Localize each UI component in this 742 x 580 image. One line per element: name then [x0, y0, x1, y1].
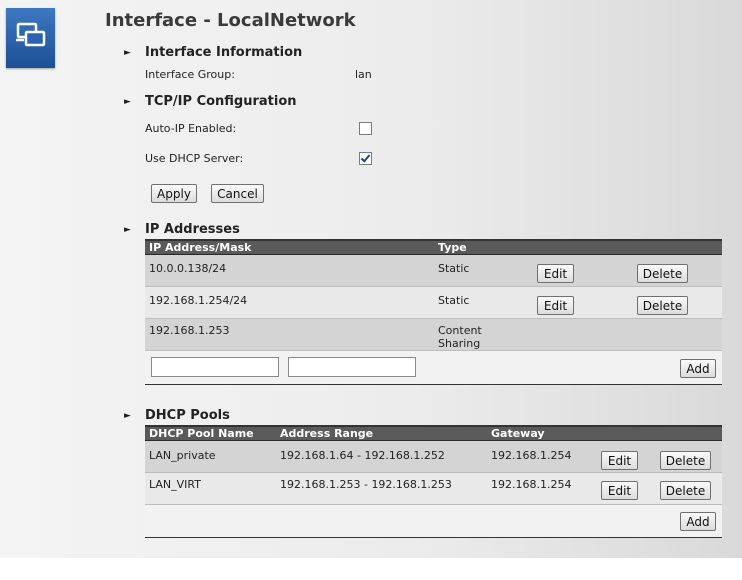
gateway-cell: 192.168.1.254 [491, 478, 572, 491]
edit-button[interactable]: Edit [601, 481, 638, 500]
section-ip-addresses: ► IP Addresses [124, 222, 240, 237]
page-title: Interface - LocalNetwork [105, 10, 356, 31]
triangle-right-icon: ► [124, 225, 131, 235]
auto-ip-label: Auto-IP Enabled: [145, 122, 237, 135]
edit-button[interactable]: Edit [601, 451, 638, 470]
edit-button[interactable]: Edit [537, 264, 574, 283]
ip-type-cell: Static [438, 294, 470, 307]
new-ip-mask-input[interactable] [288, 357, 416, 377]
ip-type-line: Content [438, 324, 482, 337]
edit-button[interactable]: Edit [537, 296, 574, 315]
ip-address-cell: 192.168.1.254/24 [149, 294, 248, 307]
triangle-right-icon: ► [124, 411, 131, 421]
column-header-type: Type [438, 241, 467, 254]
section-interface-information: ► Interface Information [124, 45, 302, 60]
table-row: 10.0.0.138/24 Static Edit Delete [145, 255, 722, 287]
interface-group-value: lan [355, 68, 372, 81]
use-dhcp-checkbox[interactable] [359, 152, 372, 165]
add-pool-button[interactable]: Add [680, 512, 716, 531]
column-header-address-range: Address Range [280, 427, 374, 440]
auto-ip-checkbox[interactable] [359, 122, 372, 135]
section-heading: DHCP Pools [145, 408, 230, 423]
ip-addresses-table: IP Address/Mask Type 10.0.0.138/24 Stati… [145, 239, 722, 385]
network-interface-icon [6, 8, 55, 68]
section-tcpip-configuration: ► TCP/IP Configuration [124, 94, 297, 109]
table-header: IP Address/Mask Type [145, 241, 722, 255]
triangle-right-icon: ► [124, 48, 131, 58]
ip-type-cell: Static [438, 262, 470, 275]
interface-group-label: Interface Group: [145, 68, 235, 81]
use-dhcp-label: Use DHCP Server: [145, 152, 244, 165]
section-dhcp-pools: ► DHCP Pools [124, 408, 230, 423]
table-row: LAN_private 192.168.1.64 - 192.168.1.252… [145, 441, 722, 473]
section-heading: TCP/IP Configuration [145, 94, 297, 109]
add-pool-row: Add [145, 505, 722, 538]
column-header-ip-address: IP Address/Mask [149, 241, 252, 254]
column-header-gateway: Gateway [491, 427, 545, 440]
section-heading: IP Addresses [145, 222, 240, 237]
triangle-right-icon: ► [124, 97, 131, 107]
ip-address-cell: 10.0.0.138/24 [149, 262, 227, 275]
cancel-button[interactable]: Cancel [211, 184, 264, 203]
table-header: DHCP Pool Name Address Range Gateway [145, 427, 722, 441]
apply-button[interactable]: Apply [151, 184, 197, 203]
ip-type-line: Sharing [438, 337, 481, 350]
delete-button[interactable]: Delete [660, 481, 711, 500]
pool-name-cell: LAN_VIRT [149, 478, 201, 491]
delete-button[interactable]: Delete [637, 264, 688, 283]
section-heading: Interface Information [145, 45, 303, 60]
ip-address-cell: 192.168.1.253 [149, 324, 230, 337]
delete-button[interactable]: Delete [660, 451, 711, 470]
new-ip-address-input[interactable] [151, 357, 279, 377]
ip-type-cell: Content Sharing [438, 324, 482, 350]
gateway-cell: 192.168.1.254 [491, 449, 572, 462]
table-row: 192.168.1.253 Content Sharing [145, 319, 722, 351]
table-row: 192.168.1.254/24 Static Edit Delete [145, 287, 722, 319]
add-ip-button[interactable]: Add [680, 359, 716, 378]
dhcp-pools-table: DHCP Pool Name Address Range Gateway LAN… [145, 425, 722, 538]
address-range-cell: 192.168.1.64 - 192.168.1.252 [280, 449, 445, 462]
add-ip-row: Add [145, 351, 722, 385]
pool-name-cell: LAN_private [149, 449, 216, 462]
delete-button[interactable]: Delete [637, 296, 688, 315]
address-range-cell: 192.168.1.253 - 192.168.1.253 [280, 478, 452, 491]
column-header-pool-name: DHCP Pool Name [149, 427, 254, 440]
table-row: LAN_VIRT 192.168.1.253 - 192.168.1.253 1… [145, 473, 722, 505]
